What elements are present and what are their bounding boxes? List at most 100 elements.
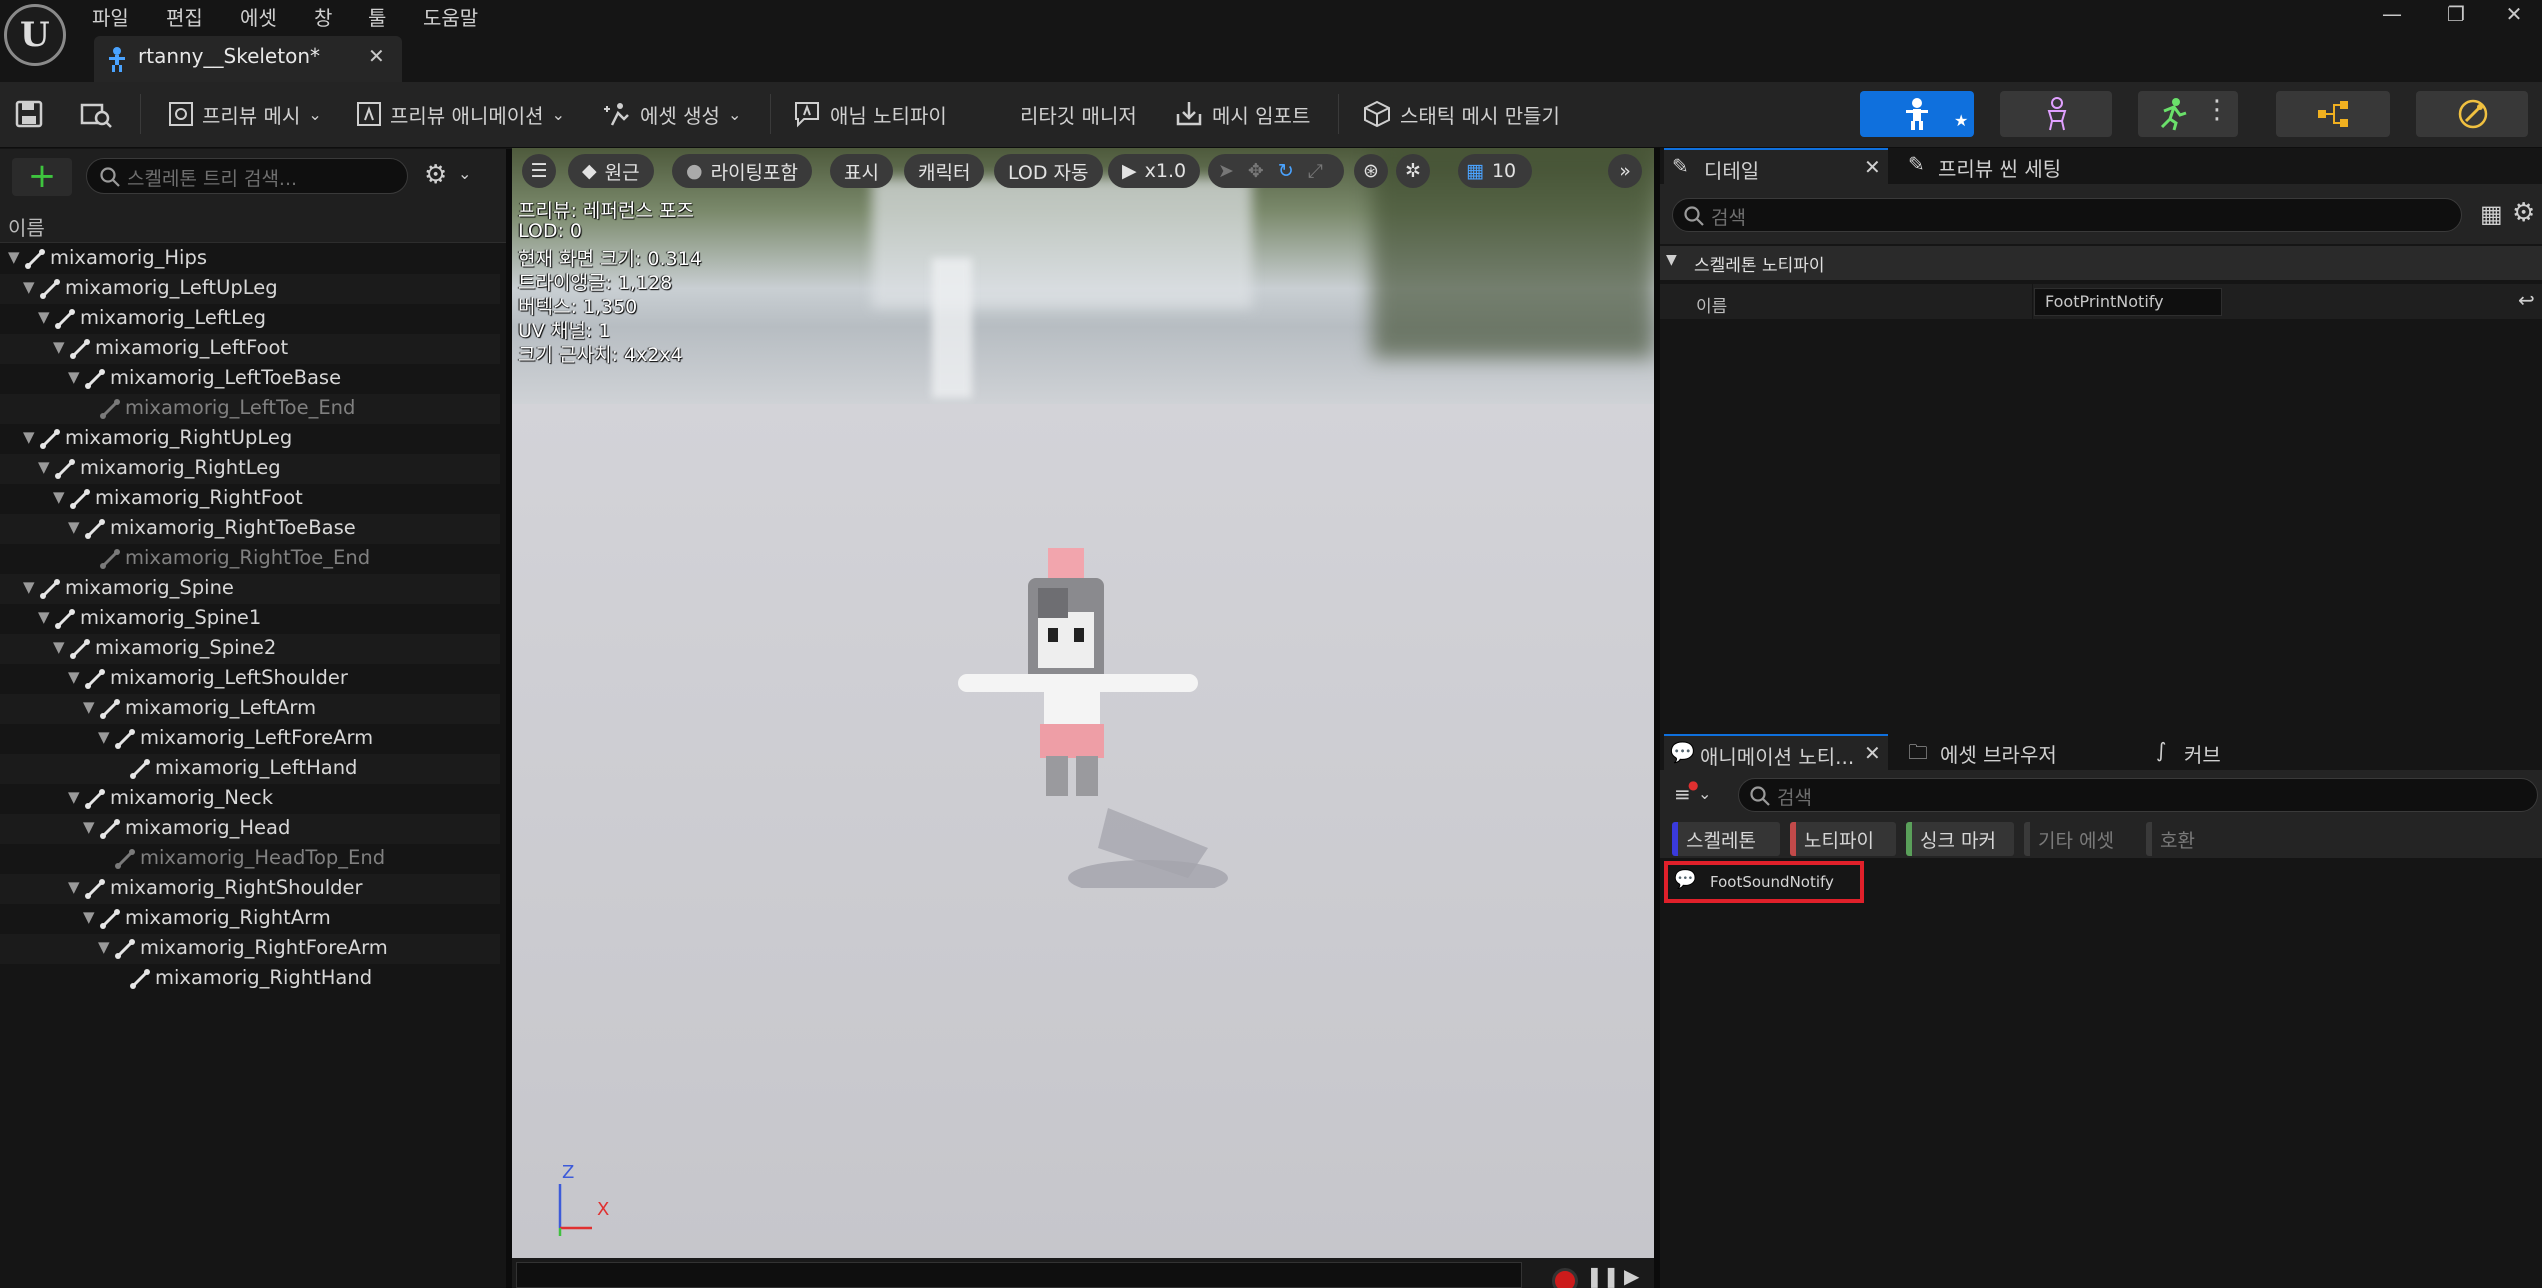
- close-tab-icon[interactable]: ✕: [1864, 741, 1881, 765]
- gear-icon[interactable]: ⚙: [2512, 198, 2535, 228]
- tree-row-bone[interactable]: ▼ mixamorig_RightToeBase: [0, 514, 500, 544]
- timeline-track[interactable]: [516, 1262, 1522, 1288]
- create-asset-dropdown[interactable]: 에셋 생성 ⌄: [602, 92, 741, 136]
- filter-chip[interactable]: 기타 에셋: [2024, 822, 2136, 856]
- lod-button[interactable]: LOD 자동: [994, 154, 1103, 188]
- tree-row-bone[interactable]: ▼ mixamorig_Spine1: [0, 604, 500, 634]
- viewport-menu-button[interactable]: ☰: [522, 154, 556, 188]
- filter-dropdown-button[interactable]: ≡ ● ⌄: [1672, 778, 1716, 810]
- grid-snap-button[interactable]: ▦ 10: [1458, 154, 1532, 188]
- table-view-icon[interactable]: ▦: [2480, 200, 2503, 228]
- mesh-import-button[interactable]: 메시 임포트: [1174, 92, 1310, 136]
- preview-animation-dropdown[interactable]: 프리뷰 애니메이션 ⌄: [356, 92, 565, 136]
- lighting-button[interactable]: ● 라이팅포함: [672, 154, 812, 188]
- menu-help[interactable]: 도움말: [423, 2, 478, 32]
- tree-row-bone[interactable]: ▼ mixamorig_RightArm: [0, 904, 500, 934]
- tree-row-bone[interactable]: ▼ mixamorig_LeftUpLeg: [0, 274, 500, 304]
- tree-row-bone[interactable]: ▼ mixamorig_LeftShoulder: [0, 664, 500, 694]
- menu-tools[interactable]: 툴: [368, 2, 386, 32]
- tree-row-bone[interactable]: ▼ mixamorig_LeftFoot: [0, 334, 500, 364]
- show-button[interactable]: 표시: [830, 154, 893, 188]
- make-static-mesh-button[interactable]: 스태틱 메시 만들기: [1362, 92, 1560, 136]
- add-socket-button[interactable]: +: [12, 158, 72, 196]
- tree-row-bone[interactable]: ▼ mixamorig_Hips: [0, 244, 500, 274]
- menu-edit[interactable]: 편집: [166, 2, 203, 32]
- rotate-icon[interactable]: ↻: [1278, 160, 1294, 182]
- browse-button[interactable]: [80, 92, 112, 136]
- filter-chip[interactable]: 싱크 마커: [1906, 822, 2014, 856]
- save-button[interactable]: [14, 92, 44, 136]
- minimize-button[interactable]: —: [2372, 2, 2412, 32]
- document-tab[interactable]: rtanny__Skeleton* ✕: [94, 36, 402, 82]
- record-button[interactable]: [1552, 1268, 1578, 1288]
- close-tab-icon[interactable]: ✕: [368, 44, 385, 68]
- tab-preview-scene-settings[interactable]: ✎ 프리뷰 씬 세팅: [1900, 148, 2160, 184]
- blueprint-mode-button[interactable]: [2276, 91, 2390, 137]
- tree-row-bone[interactable]: ▼ mixamorig_LeftArm: [0, 694, 500, 724]
- notify-search-input[interactable]: 검색: [1738, 778, 2538, 812]
- tree-row-bone[interactable]: ▼ mixamorig_Spine: [0, 574, 500, 604]
- menu-file[interactable]: 파일: [92, 2, 129, 32]
- tree-row-bone[interactable]: mixamorig_LeftHand: [0, 754, 500, 784]
- skeleton-mode-button[interactable]: ★: [1860, 91, 1974, 137]
- anim-notify-button[interactable]: 애님 노티파이: [792, 92, 947, 136]
- select-arrow-icon[interactable]: ➤: [1218, 160, 1234, 182]
- tree-settings-button[interactable]: ⚙ ⌄: [422, 160, 478, 194]
- tab-details[interactable]: ✎ 디테일 ✕: [1664, 148, 1888, 184]
- tree-row-bone[interactable]: ▼ mixamorig_Spine2: [0, 634, 500, 664]
- tree-row-bone[interactable]: ▼ mixamorig_RightLeg: [0, 454, 500, 484]
- collapse-arrow-icon: ▼: [1666, 252, 1677, 268]
- tab-asset-browser[interactable]: 🗀 에셋 브라우저: [1900, 734, 2130, 770]
- character-model[interactable]: [958, 548, 1238, 888]
- close-tab-icon[interactable]: ✕: [1864, 155, 1881, 179]
- viewport-timeline-bar: ❚❚ ▶: [512, 1258, 1654, 1288]
- tree-row-bone[interactable]: ▼ mixamorig_LeftForeArm: [0, 724, 500, 754]
- bone-name-label: mixamorig_RightShoulder: [110, 876, 363, 899]
- tree-row-bone[interactable]: mixamorig_RightHand: [0, 964, 500, 994]
- playback-speed-button[interactable]: ▶ x1.0: [1108, 154, 1201, 188]
- move-icon[interactable]: ✥: [1248, 160, 1264, 182]
- mesh-mode-button[interactable]: [2000, 91, 2112, 137]
- preview-mesh-dropdown[interactable]: 프리뷰 메시 ⌄: [168, 92, 322, 136]
- notify-list-item[interactable]: 💬 FootSoundNotify: [1664, 861, 1864, 903]
- tree-row-bone[interactable]: ▼ mixamorig_Neck: [0, 784, 500, 814]
- tree-row-bone[interactable]: ▼ mixamorig_RightFoot: [0, 484, 500, 514]
- menu-window[interactable]: 창: [314, 2, 332, 32]
- viewport-expand-button[interactable]: »: [1608, 154, 1642, 188]
- filter-chip[interactable]: 스켈레톤: [1672, 822, 1780, 856]
- filter-chip[interactable]: 노티파이: [1790, 822, 1896, 856]
- tree-row-bone[interactable]: mixamorig_HeadTop_End: [0, 844, 500, 874]
- tree-row-bone[interactable]: ▼ mixamorig_RightShoulder: [0, 874, 500, 904]
- animation-mode-button[interactable]: ⋮: [2138, 91, 2238, 137]
- close-window-button[interactable]: ✕: [2494, 2, 2534, 32]
- restore-button[interactable]: ❐: [2436, 2, 2476, 32]
- tree-row-bone[interactable]: ▼ mixamorig_LeftLeg: [0, 304, 500, 334]
- surface-snap-toggle[interactable]: ✲: [1396, 154, 1430, 188]
- more-options-icon[interactable]: ⋮: [2204, 95, 2230, 125]
- next-frame-icon[interactable]: ▶: [1624, 1264, 1639, 1288]
- section-skeleton-notify[interactable]: ▼ 스켈레톤 노티파이: [1660, 246, 2542, 280]
- preview-viewport[interactable]: ☰ ◆ 원근 ● 라이팅포함 표시 캐릭터 LOD 자동 ▶ x1.0 ➤ ✥ …: [512, 148, 1654, 1258]
- world-local-toggle[interactable]: ⊛: [1354, 154, 1388, 188]
- tree-row-bone[interactable]: ▼ mixamorig_LeftToeBase: [0, 364, 500, 394]
- tab-animation-notifies[interactable]: 💬 애니메이션 노티... ✕: [1664, 734, 1888, 770]
- tree-row-bone[interactable]: ▼ mixamorig_Head: [0, 814, 500, 844]
- skeleton-search-input[interactable]: 스켈레톤 트리 검색...: [86, 158, 408, 194]
- reset-arrow-icon[interactable]: ↩: [2518, 288, 2535, 312]
- tree-row-bone[interactable]: mixamorig_LeftToe_End: [0, 394, 500, 424]
- tree-row-bone[interactable]: mixamorig_RightToe_End: [0, 544, 500, 574]
- menu-asset[interactable]: 에셋: [240, 2, 277, 32]
- pause-icon[interactable]: ❚❚: [1586, 1264, 1620, 1288]
- tab-curves[interactable]: ∫ 커브: [2150, 734, 2270, 770]
- filter-chip[interactable]: 호환: [2146, 822, 2212, 856]
- details-search-input[interactable]: 검색: [1672, 198, 2462, 232]
- character-button[interactable]: 캐릭터: [904, 154, 985, 188]
- tree-row-bone[interactable]: ▼ mixamorig_RightUpLeg: [0, 424, 500, 454]
- perspective-button[interactable]: ◆ 원근: [568, 154, 654, 188]
- unreal-logo-icon[interactable]: U: [4, 4, 66, 66]
- tree-row-bone[interactable]: ▼ mixamorig_RightForeArm: [0, 934, 500, 964]
- notify-name-field[interactable]: FootPrintNotify: [2034, 288, 2222, 316]
- scale-icon[interactable]: ⤢: [1308, 160, 1323, 182]
- retarget-manager-button[interactable]: 리타깃 매니저: [1020, 92, 1137, 136]
- physics-mode-button[interactable]: [2416, 91, 2528, 137]
